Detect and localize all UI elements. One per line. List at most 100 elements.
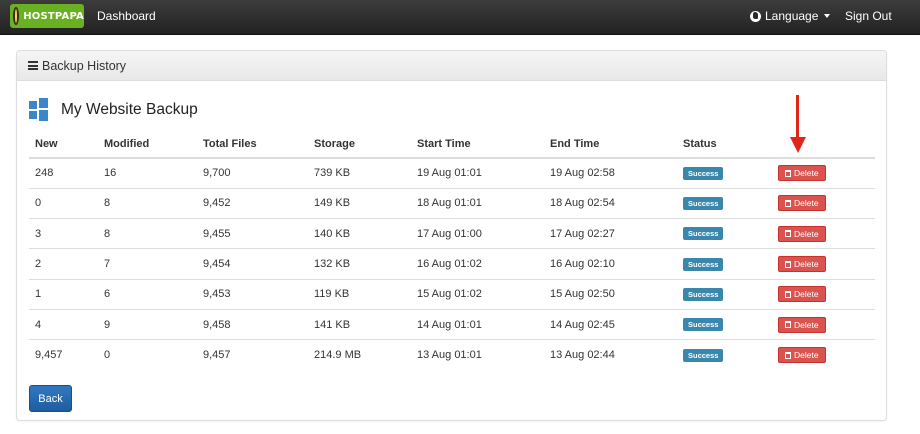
cell-end-time: 18 Aug 02:54 [544,187,677,219]
cell-new: 248 [35,167,54,180]
trash-icon [785,321,791,329]
cell-start-time: 19 Aug 01:01 [417,167,482,180]
cell-end-time: 16 Aug 02:10 [544,248,677,280]
red-arrow-annotation-icon [790,95,806,155]
cell-new: 4 [29,308,98,340]
delete-button[interactable]: Delete [778,195,826,212]
cell-status: Success [677,187,772,219]
cell-storage: 149 KB [308,187,411,219]
delete-button[interactable]: Delete [778,316,826,333]
cell-new: 9,457 [29,339,98,371]
cell-status: Success [677,248,772,280]
cell-start-time: 16 Aug 01:02 [411,248,544,280]
language-dropdown[interactable]: Language [750,9,831,23]
cell-new: 0 [29,187,98,219]
delete-button[interactable]: Delete [778,225,826,242]
cell-new: 2 [29,248,98,280]
cell-new: 1 [29,278,98,310]
delete-button[interactable]: Delete [778,165,826,182]
table-row: 3 8 9,455 140 KB 17 Aug 01:00 17 Aug 02:27 Suc… [29,218,875,249]
cell-actions: Delete [772,308,875,340]
col-new: New [29,130,98,159]
col-start-time: Start Time [411,130,544,159]
cell-total-files: 9,458 [197,308,308,340]
back-button[interactable]: Back [29,385,72,412]
cell-storage: 132 KB [308,248,411,280]
cell-storage: 119 KB [308,278,411,310]
backup-table: New Modified Total Files Storage Start T… [29,130,875,371]
cell-total-files: 9,700 [203,167,231,180]
status-badge: Success [683,287,724,301]
delete-label: Delete [794,228,819,239]
cell-start-time: 13 Aug 01:01 [411,339,544,371]
panel-heading-title: Backup History [42,58,127,73]
cell-start-time: 17 Aug 01:00 [411,218,544,249]
status-badge: Success [683,348,724,362]
section-title-text: My Website Backup [61,101,198,118]
status-badge: Success [683,196,724,210]
delete-label: Delete [794,259,819,270]
delete-label: Delete [794,168,819,179]
delete-button[interactable]: Delete [778,347,826,364]
cell-actions: Delete [772,339,875,371]
cell-status: Success [677,218,772,249]
nav-dashboard-link[interactable]: Dashboard [97,9,156,23]
table-row: 4 9 9,458 141 KB 14 Aug 01:01 14 Aug 02:45 Suc… [29,308,875,340]
cell-actions: Delete [772,248,875,280]
delete-button[interactable]: Delete [778,286,826,303]
panel-heading: Backup History [17,51,886,81]
table-row: 9,457 0 9,457 214.9 MB 13 Aug 01:01 13 Aug 02… [29,339,875,371]
cell-status: Success [677,339,772,371]
cell-modified: 0 [98,339,197,371]
cell-modified: 6 [98,278,197,310]
backup-history-panel: Backup History My Website Backup New Mod… [16,50,887,421]
cell-total-files: 9,454 [197,248,308,280]
delete-label: Delete [794,350,819,361]
trash-icon [785,230,791,238]
trash-icon [785,169,791,177]
sign-out-link[interactable]: Sign Out [845,9,892,23]
cell-new: 3 [29,218,98,249]
trash-icon [785,290,791,298]
cell-total-files: 9,457 [197,339,308,371]
cell-end-time: 15 Aug 02:50 [544,278,677,310]
cell-status: Success [677,308,772,340]
cell-status: Success [677,158,772,188]
top-navbar: HOSTPAPA Dashboard Language Sign Out [0,0,920,35]
cell-start-time: 18 Aug 01:01 [411,187,544,219]
cell-storage: 140 KB [308,218,411,249]
cell-end-time: 17 Aug 02:27 [544,218,677,249]
cell-end-time: 19 Aug 02:58 [550,167,615,180]
status-badge: Success [683,166,724,180]
col-end-time: End Time [544,130,677,159]
cell-storage: 141 KB [308,308,411,340]
col-actions [772,130,875,159]
status-badge: Success [683,318,724,332]
table-row: 0 8 9,452 149 KB 18 Aug 01:01 18 Aug 02:54 Suc… [29,187,875,219]
hostpapa-logo[interactable]: HOSTPAPA [10,4,84,28]
cell-actions: Delete [772,218,875,249]
delete-label: Delete [794,289,819,300]
trash-icon [785,260,791,268]
caret-down-icon [824,14,831,18]
cell-end-time: 14 Aug 02:45 [544,308,677,340]
col-storage: Storage [308,130,411,159]
delete-button[interactable]: Delete [778,256,826,273]
mascot-icon [13,7,20,25]
logo-text: HOSTPAPA [23,10,84,22]
cell-total-files: 9,455 [197,218,308,249]
section-title: My Website Backup [29,98,198,122]
status-badge: Success [683,227,724,241]
cell-storage: 214.9 MB [308,339,411,371]
cell-actions: Delete [772,158,875,188]
globe-icon [750,10,761,22]
cell-modified: 8 [98,218,197,249]
cell-modified: 9 [98,308,197,340]
table-row: 2 7 9,454 132 KB 16 Aug 01:02 16 Aug 02:10 Suc… [29,248,875,280]
cell-storage: 739 KB [314,167,351,180]
cell-modified: 8 [98,187,197,219]
cell-end-time: 13 Aug 02:44 [544,339,677,371]
cell-total-files: 9,453 [197,278,308,310]
col-status: Status [677,130,772,159]
col-modified: Modified [98,130,197,159]
